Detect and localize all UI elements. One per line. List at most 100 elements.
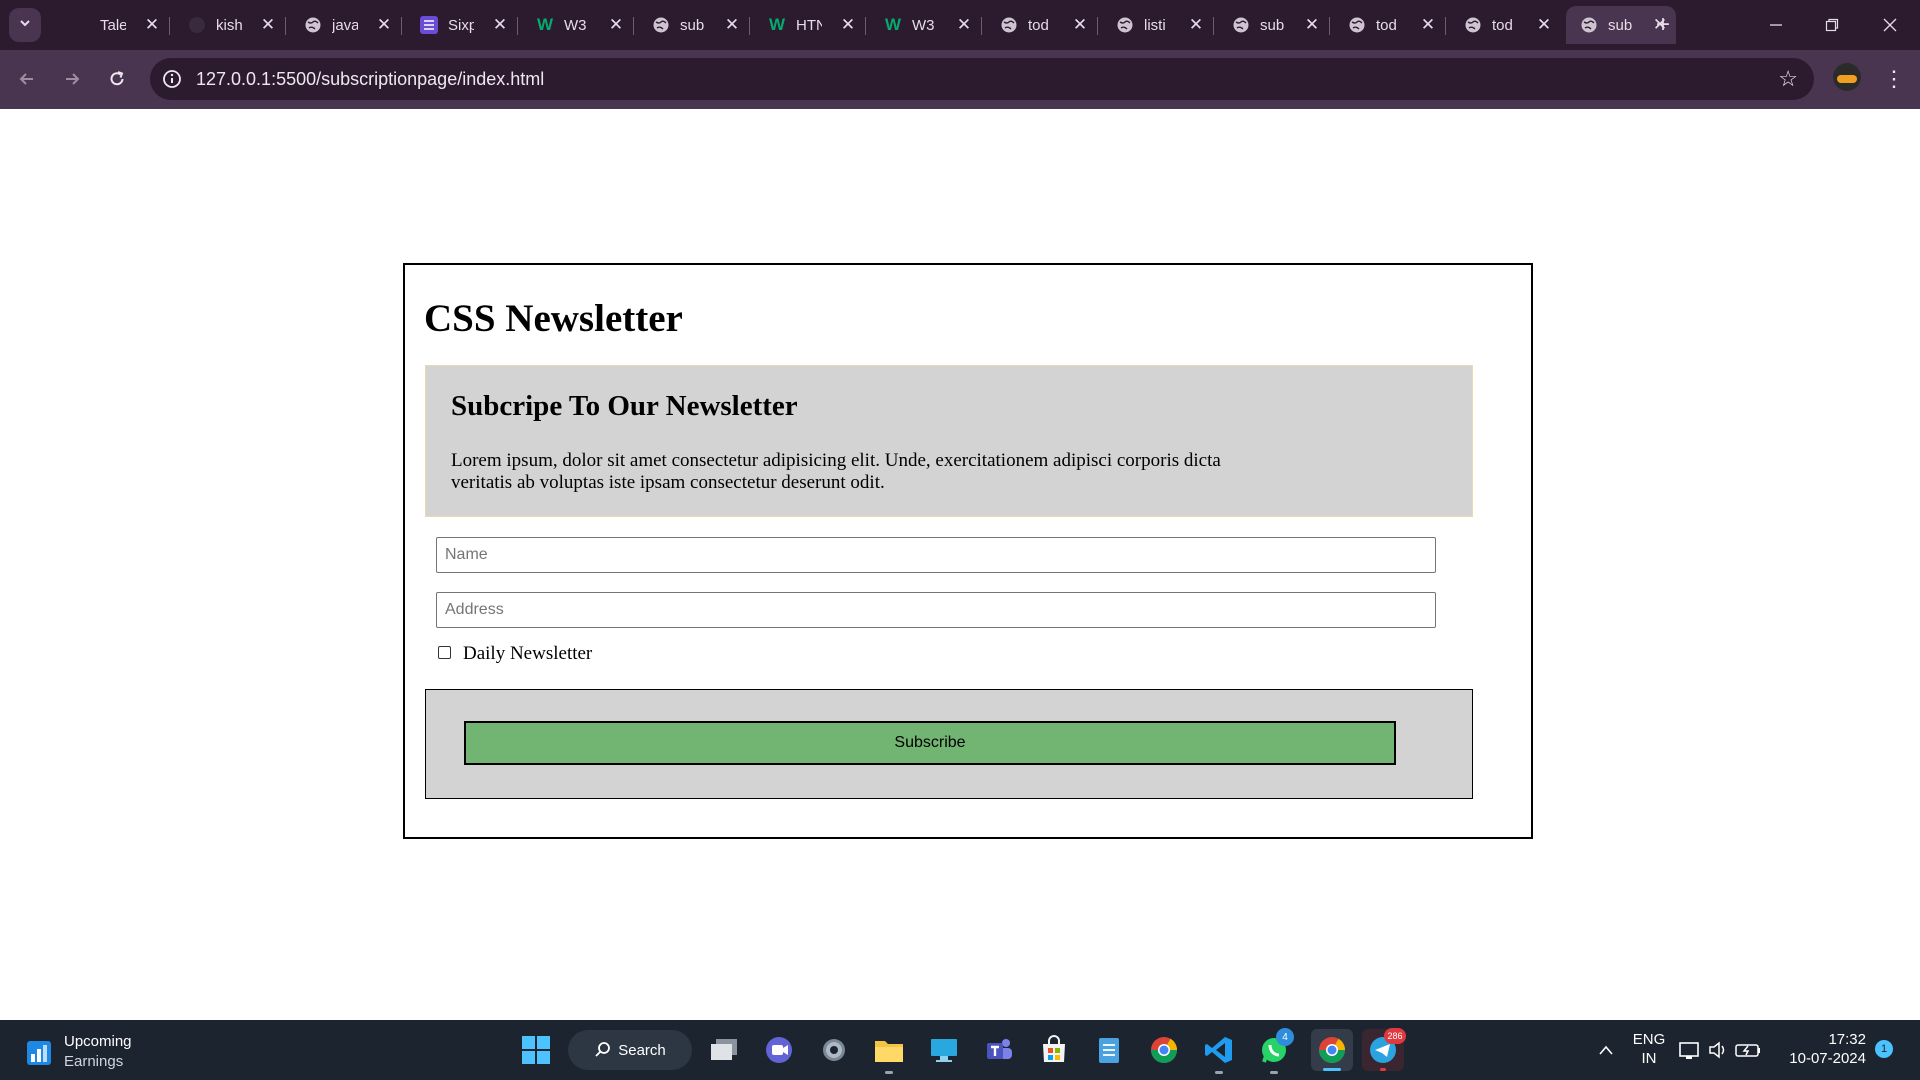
tab-title: sub: [1260, 16, 1285, 34]
volume-icon: [1709, 1041, 1725, 1059]
chat-app-icon[interactable]: [761, 1032, 797, 1068]
tab-close-icon[interactable]: ✕: [1534, 15, 1554, 35]
notification-count[interactable]: 1: [1875, 1040, 1893, 1058]
page-title: CSS Newsletter: [424, 297, 683, 340]
microsoft-store-icon[interactable]: [1036, 1032, 1072, 1068]
browser-tab[interactable]: sub ✕: [638, 6, 750, 44]
tab-close-icon[interactable]: ✕: [1070, 15, 1090, 35]
site-info-icon[interactable]: [160, 67, 184, 91]
widgets-button[interactable]: Upcoming Earnings: [26, 1032, 132, 1072]
remote-desktop-icon[interactable]: [926, 1032, 962, 1068]
tab-title: tod: [1376, 16, 1397, 34]
browser-tab[interactable]: listi ✕: [1102, 6, 1214, 44]
globe-icon: [1116, 16, 1134, 34]
vscode-icon[interactable]: [1201, 1032, 1237, 1074]
tab-title: W3: [564, 16, 587, 34]
browser-tab[interactable]: W W3 ✕: [870, 6, 982, 44]
tab-separator: [865, 17, 866, 35]
browser-tab[interactable]: tod ✕: [1334, 6, 1446, 44]
tab-close-icon[interactable]: ✕: [1302, 15, 1322, 35]
globe-icon: [304, 16, 322, 34]
tab-separator: [169, 17, 170, 35]
browser-tab[interactable]: W HTN ✕: [754, 6, 866, 44]
tab-separator: [285, 17, 286, 35]
tab-separator: [1097, 17, 1098, 35]
tab-title: Sixp: [448, 16, 474, 34]
reload-icon: [110, 71, 124, 86]
tab-close-icon[interactable]: ✕: [1186, 15, 1206, 35]
tab-title: tod: [1492, 16, 1513, 34]
daily-newsletter-checkbox[interactable]: [438, 645, 451, 659]
stock-chart-icon: [26, 1037, 52, 1067]
subscribe-button[interactable]: Subscribe: [464, 721, 1396, 765]
globe-icon: [652, 16, 670, 34]
tab-close-icon[interactable]: ✕: [258, 15, 278, 35]
tab-close-icon[interactable]: ✕: [722, 15, 742, 35]
name-field[interactable]: [436, 537, 1436, 573]
browser-tab[interactable]: sub ✕: [1218, 6, 1330, 44]
tab-separator: [981, 17, 982, 35]
tab-close-icon[interactable]: ✕: [838, 15, 858, 35]
tab-title: listi: [1144, 16, 1166, 34]
start-button[interactable]: [518, 1032, 554, 1068]
tab-close-icon[interactable]: ✕: [954, 15, 974, 35]
notepad-icon[interactable]: [1091, 1032, 1127, 1068]
tab-close-icon[interactable]: ✕: [142, 15, 162, 35]
taskbar-search[interactable]: Search: [568, 1030, 692, 1070]
web-page: CSS Newsletter Subcripe To Our Newslette…: [0, 109, 1920, 1020]
system-tray-status[interactable]: [1677, 1032, 1765, 1068]
task-view-icon[interactable]: [706, 1032, 742, 1068]
tab-title: kish: [216, 16, 242, 34]
browser-tab[interactable]: java ✕: [290, 6, 402, 44]
browser-tab[interactable]: tod ✕: [1450, 6, 1560, 44]
restore-button[interactable]: [1812, 8, 1852, 42]
search-label: Search: [618, 1041, 666, 1059]
tab-close-icon[interactable]: ✕: [374, 15, 394, 35]
minimize-button[interactable]: [1756, 8, 1796, 42]
chrome-icon[interactable]: [1146, 1032, 1182, 1068]
lang-top: ENG: [1632, 1031, 1666, 1048]
tab-separator: [749, 17, 750, 35]
url-text[interactable]: 127.0.0.1:5500/subscriptionpage/index.ht…: [196, 69, 544, 90]
forward-button[interactable]: [55, 62, 89, 96]
globe-icon: [1580, 16, 1598, 34]
browser-menu-button[interactable]: ⋮: [1880, 62, 1908, 96]
bookmark-star-icon[interactable]: ☆: [1778, 66, 1798, 92]
browser-tab[interactable]: Tale ✕: [58, 6, 170, 44]
back-button[interactable]: [10, 62, 44, 96]
language-indicator[interactable]: ENG IN: [1628, 1030, 1670, 1068]
address-field[interactable]: [436, 592, 1436, 628]
tab-title: HTN: [796, 16, 822, 34]
tab-separator: [517, 17, 518, 35]
tab-title: Tale: [100, 16, 126, 34]
clock[interactable]: 17:32 10-07-2024: [1780, 1030, 1866, 1068]
browser-tab[interactable]: kish ✕: [174, 6, 286, 44]
tab-close-icon[interactable]: ✕: [606, 15, 626, 35]
telegram-badge: 286: [1384, 1028, 1406, 1044]
close-window-button[interactable]: [1870, 8, 1910, 42]
chrome-active-icon[interactable]: [1311, 1029, 1353, 1071]
tab-separator: [401, 17, 402, 35]
browser-tab[interactable]: W W3 ✕: [522, 6, 634, 44]
reload-button[interactable]: [100, 62, 134, 96]
clock-time: 17:32: [1828, 1031, 1866, 1048]
file-explorer-icon[interactable]: [871, 1032, 907, 1074]
profile-avatar[interactable]: [1833, 63, 1861, 91]
address-bar[interactable]: 127.0.0.1:5500/subscriptionpage/index.ht…: [150, 58, 1814, 100]
teams-icon[interactable]: [981, 1032, 1017, 1068]
globe-icon: [1464, 16, 1482, 34]
telegram-icon[interactable]: 286: [1362, 1028, 1406, 1071]
blank-icon: [72, 16, 90, 34]
new-tab-button[interactable]: +: [1648, 10, 1678, 40]
show-hidden-icons-button[interactable]: [1588, 1032, 1624, 1068]
newsletter-hero: Subcripe To Our Newsletter Lorem ipsum, …: [425, 365, 1473, 517]
settings-gear-icon[interactable]: [816, 1032, 852, 1068]
tab-close-icon[interactable]: ✕: [490, 15, 510, 35]
tab-separator: [1445, 17, 1446, 35]
w3schools-icon: W: [884, 15, 902, 34]
browser-tab[interactable]: tod ✕: [986, 6, 1098, 44]
tab-close-icon[interactable]: ✕: [1418, 15, 1438, 35]
whatsapp-icon[interactable]: 4: [1256, 1028, 1294, 1074]
browser-tab[interactable]: Sixp ✕: [406, 6, 518, 44]
tab-search-button[interactable]: [9, 8, 41, 42]
